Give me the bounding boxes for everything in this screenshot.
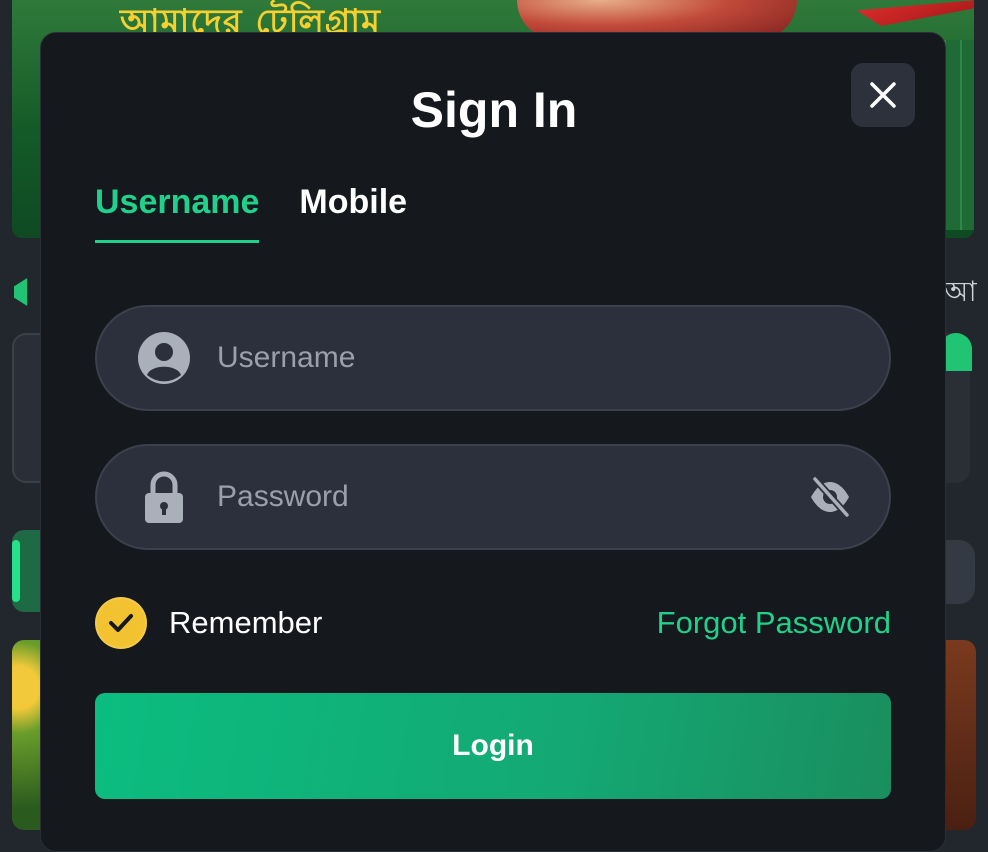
close-icon [870,82,896,108]
megaphone-icon [14,278,28,306]
password-visibility-toggle[interactable] [807,474,853,520]
lock-icon [137,470,191,524]
checkmark-icon [109,614,133,632]
username-input[interactable] [217,307,889,409]
sign-in-modal: Sign In Username Mobile Username Remembe… [40,32,946,852]
marquee-text: আ [944,275,977,308]
username-field-container [95,305,891,411]
close-button[interactable] [851,63,915,127]
password-field-container [95,444,891,550]
remember-label[interactable]: Remember [169,605,322,641]
remember-checkbox[interactable] [95,597,147,649]
eye-off-icon [811,477,851,517]
password-input[interactable] [217,446,807,548]
login-button[interactable]: Login [95,693,891,799]
login-method-tabs: Username Mobile [95,183,407,243]
tab-username[interactable]: Username [95,183,260,243]
modal-title: Sign In [410,82,578,138]
user-icon [137,331,191,385]
remember-row: Remember Forgot Password [95,595,891,651]
tab-mobile[interactable]: Mobile [299,183,407,243]
forgot-password-link[interactable]: Forgot Password [657,605,891,641]
banner-ribbon [857,0,974,26]
